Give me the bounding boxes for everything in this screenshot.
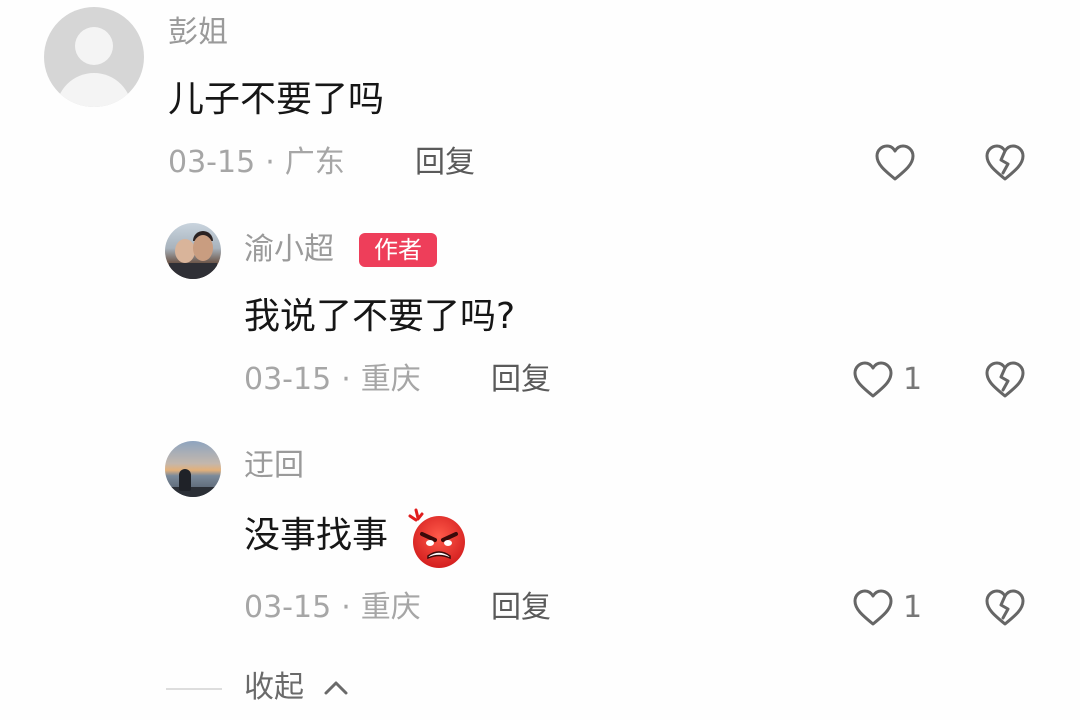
angry-face-emoji bbox=[408, 508, 465, 568]
meta-separator: · bbox=[341, 362, 351, 397]
reply-button[interactable]: 回复 bbox=[415, 148, 475, 178]
comment-location: 重庆 bbox=[360, 590, 421, 625]
avatar-photo[interactable] bbox=[165, 441, 221, 497]
comment-username[interactable]: 迂回 bbox=[244, 451, 304, 481]
meta-separator: · bbox=[341, 590, 351, 625]
reply-button[interactable]: 回复 bbox=[491, 365, 551, 395]
like-count: 1 bbox=[903, 362, 923, 397]
like-count: 1 bbox=[903, 590, 923, 625]
avatar-default[interactable] bbox=[44, 7, 144, 107]
heart-outline-icon[interactable] bbox=[852, 360, 894, 400]
avatar-shirt bbox=[169, 263, 217, 279]
heart-outline-icon[interactable] bbox=[852, 588, 894, 628]
comment-location: 重庆 bbox=[360, 362, 421, 397]
chevron-up-icon[interactable] bbox=[322, 678, 350, 698]
avatar-photo[interactable] bbox=[165, 223, 221, 279]
collapse-divider bbox=[166, 688, 222, 690]
author-badge: 作者 bbox=[359, 233, 437, 267]
comment-text: 没事找事 bbox=[244, 515, 389, 556]
avatar-rock bbox=[165, 487, 221, 497]
avatar-face bbox=[175, 239, 195, 263]
comment-location: 广东 bbox=[284, 145, 345, 180]
reply-button[interactable]: 回复 bbox=[491, 593, 551, 623]
comment-date: 03-15 bbox=[244, 362, 332, 397]
broken-heart-icon[interactable] bbox=[984, 588, 1026, 628]
comment-meta: 03-15 · 广东 bbox=[168, 148, 345, 178]
avatar-head bbox=[75, 27, 113, 65]
avatar-body bbox=[56, 73, 132, 107]
broken-heart-icon[interactable] bbox=[984, 360, 1026, 400]
heart-outline-icon[interactable] bbox=[874, 143, 916, 183]
comment-date: 03-15 bbox=[244, 590, 332, 625]
comment-username[interactable]: 渝小超 bbox=[244, 235, 334, 265]
comment-meta: 03-15 · 重庆 bbox=[244, 593, 421, 623]
comment-meta: 03-15 · 重庆 bbox=[244, 365, 421, 395]
collapse-button[interactable]: 收起 bbox=[244, 673, 304, 703]
avatar-face bbox=[193, 235, 213, 261]
avatar-person bbox=[179, 469, 191, 491]
comment-text: 我说了不要了吗? bbox=[244, 296, 516, 337]
comment-username[interactable]: 彭姐 bbox=[168, 18, 228, 48]
comment-text: 儿子不要了吗 bbox=[168, 79, 385, 120]
comment-thread: 彭姐 儿子不要了吗 03-15 · 广东 回复 渝小超 作者 我说了不要了吗? 03… bbox=[0, 0, 1080, 720]
comment-date: 03-15 bbox=[168, 145, 256, 180]
broken-heart-icon[interactable] bbox=[984, 143, 1026, 183]
meta-separator: · bbox=[265, 145, 275, 180]
